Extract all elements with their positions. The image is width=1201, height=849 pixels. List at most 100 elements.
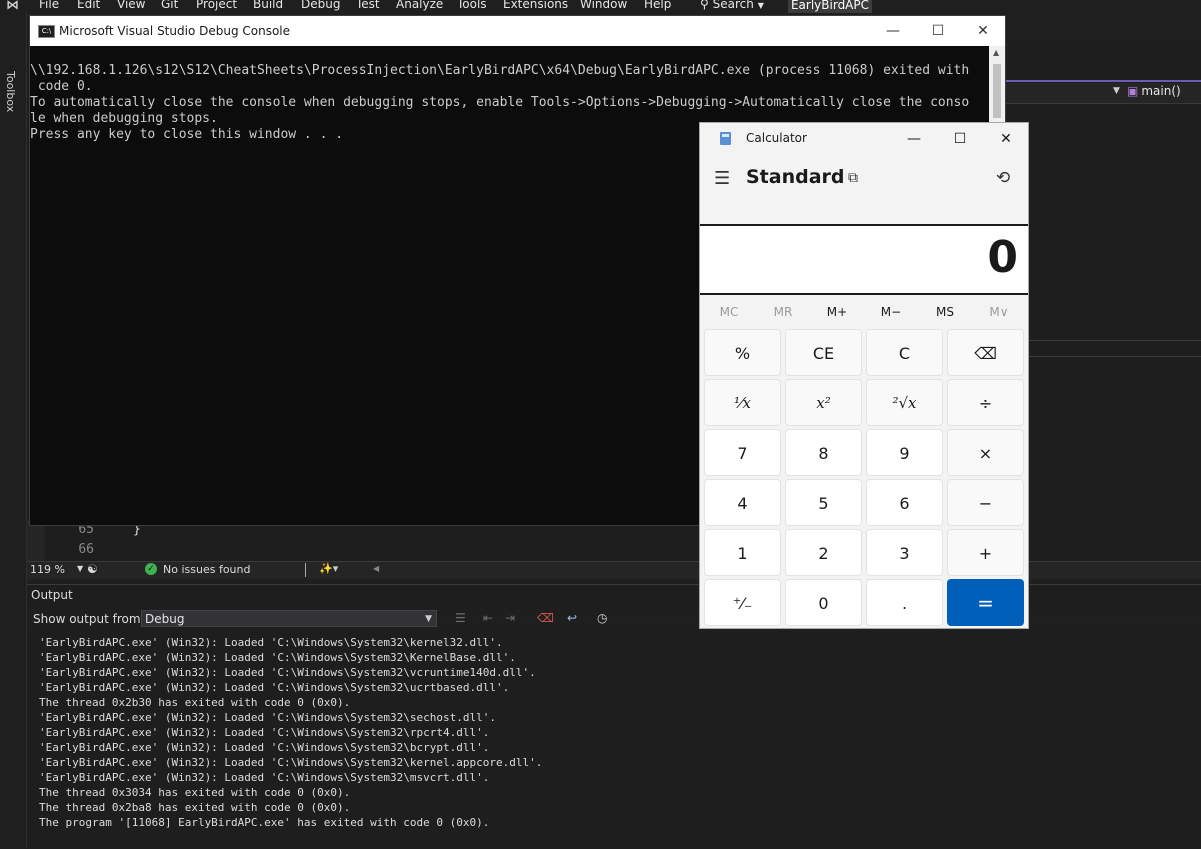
calculator-window[interactable]: Calculator — ☐ ✕ ☰ Standard ⧉ ⟲ 0 MC MR … — [699, 122, 1029, 629]
line-number: 66 — [78, 542, 94, 557]
navigation-bar: ▼ ▣ main() — [1005, 83, 1201, 104]
menu-help[interactable]: Help — [644, 0, 671, 11]
visual-studio-logo-icon[interactable]: ⋈ — [6, 0, 28, 13]
digit-2-button[interactable]: 2 — [785, 529, 862, 576]
calculator-titlebar[interactable]: Calculator — ☐ ✕ — [700, 123, 1028, 155]
digit-7-button[interactable]: 7 — [704, 429, 781, 476]
menu-test[interactable]: Test — [356, 0, 380, 11]
digit-1-button[interactable]: 1 — [704, 529, 781, 576]
console-window-title: Microsoft Visual Studio Debug Console — [59, 24, 291, 38]
digit-0-button[interactable]: 0 — [785, 579, 862, 626]
output-line: The program '[11068] EarlyBirdAPC.exe' h… — [39, 816, 490, 829]
memory-subtract-button[interactable]: M− — [864, 301, 918, 323]
copilot-icon[interactable]: ☯ — [87, 562, 98, 576]
close-button[interactable]: ✕ — [988, 128, 1024, 150]
chevron-down-icon[interactable]: ▼ — [1113, 86, 1120, 96]
percent-button[interactable]: % — [704, 329, 781, 376]
scroll-left-icon[interactable]: ◀ — [373, 564, 379, 573]
backspace-button[interactable]: ⌫ — [947, 329, 1024, 376]
menu-view[interactable]: View — [117, 0, 145, 11]
previous-message-icon[interactable]: ⇤ — [483, 611, 493, 625]
digit-4-button[interactable]: 4 — [704, 479, 781, 526]
menu-analyze[interactable]: Analyze — [396, 0, 443, 11]
search-icon: ⚲ — [700, 0, 709, 11]
menu-build[interactable]: Build — [253, 0, 283, 11]
memory-recall-button[interactable]: MR — [756, 301, 810, 323]
console-titlebar[interactable]: C:\ Microsoft Visual Studio Debug Consol… — [30, 16, 1005, 46]
history-icon[interactable]: ⟲ — [996, 168, 1010, 188]
subtract-button[interactable]: − — [947, 479, 1024, 526]
add-button[interactable]: + — [947, 529, 1024, 576]
clear-button[interactable]: C — [866, 329, 943, 376]
show-output-label: Show output from: — [33, 612, 145, 626]
calculator-app-icon — [720, 132, 731, 145]
square-button[interactable]: x² — [785, 379, 862, 426]
divider — [305, 563, 306, 577]
digit-9-button[interactable]: 9 — [866, 429, 943, 476]
calculator-display: 0 — [700, 224, 1028, 295]
output-text[interactable]: 'EarlyBirdAPC.exe' (Win32): Loaded 'C:\W… — [39, 635, 1189, 830]
console-line: code 0. — [30, 79, 93, 94]
digit-8-button[interactable]: 8 — [785, 429, 862, 476]
clear-entry-button[interactable]: CE — [785, 329, 862, 376]
solution-name-badge[interactable]: EarlyBirdAPC — [788, 0, 872, 13]
timestamp-icon[interactable]: ◷ — [597, 611, 607, 625]
menu-extensions[interactable]: Extensions — [503, 0, 568, 11]
toolbox-strip: Toolbox — [0, 13, 27, 848]
square-root-button[interactable]: ²√x — [866, 379, 943, 426]
decimal-button[interactable]: . — [866, 579, 943, 626]
console-line: \\192.168.1.126\s12\S12\CheatSheets\Proc… — [30, 63, 970, 78]
menu-debug[interactable]: Debug — [301, 0, 340, 11]
menu-file[interactable]: File — [39, 0, 59, 11]
chevron-down-icon[interactable]: ▼ — [77, 564, 83, 573]
menu-project[interactable]: Project — [196, 0, 237, 11]
divider — [1028, 340, 1201, 341]
menu-edit[interactable]: Edit — [77, 0, 100, 11]
close-button[interactable]: ✕ — [968, 20, 998, 42]
keep-on-top-icon[interactable]: ⧉ — [848, 170, 858, 186]
memory-clear-button[interactable]: MC — [702, 301, 756, 323]
method-cube-icon: ▣ — [1127, 84, 1139, 98]
minimize-button[interactable]: — — [896, 128, 932, 150]
check-circle-icon: ✓ — [145, 563, 157, 575]
digit-6-button[interactable]: 6 — [866, 479, 943, 526]
search-box[interactable]: ⚲ Search ▼ — [700, 0, 764, 11]
next-message-icon[interactable]: ⇥ — [505, 611, 515, 625]
member-dropdown[interactable]: ▣ main() — [1127, 84, 1181, 98]
output-source-select[interactable]: Debug ▼ — [141, 610, 437, 627]
output-line: 'EarlyBirdAPC.exe' (Win32): Loaded 'C:\W… — [39, 636, 503, 649]
code-cleanup-icon[interactable]: ✨▾ — [319, 562, 338, 575]
digit-5-button[interactable]: 5 — [785, 479, 862, 526]
word-wrap-icon[interactable]: ↩ — [567, 611, 577, 625]
console-line: To automatically close the console when … — [30, 95, 970, 110]
memory-store-button[interactable]: MS — [918, 301, 972, 323]
output-line: 'EarlyBirdAPC.exe' (Win32): Loaded 'C:\W… — [39, 651, 516, 664]
menu-tools[interactable]: Tools — [457, 0, 487, 11]
issues-status[interactable]: No issues found — [163, 563, 250, 576]
scrollbar-thumb[interactable] — [993, 64, 1001, 118]
editor-gutter — [27, 520, 45, 562]
zoom-level[interactable]: 119 % — [30, 563, 65, 576]
multiply-button[interactable]: × — [947, 429, 1024, 476]
scroll-up-icon[interactable]: ▲ — [993, 48, 999, 57]
hamburger-menu-icon[interactable]: ☰ — [714, 168, 730, 189]
reciprocal-button[interactable]: ¹⁄x — [704, 379, 781, 426]
member-name: main() — [1141, 84, 1181, 98]
menu-window[interactable]: Window — [580, 0, 627, 11]
output-line: The thread 0x2b30 has exited with code 0… — [39, 696, 351, 709]
negate-button[interactable]: ⁺⁄₋ — [704, 579, 781, 626]
clear-all-icon[interactable]: ⌫ — [537, 611, 554, 625]
maximize-button[interactable]: ☐ — [942, 128, 978, 150]
editor-tab-accent — [1005, 80, 1201, 82]
divide-button[interactable]: ÷ — [947, 379, 1024, 426]
memory-add-button[interactable]: M+ — [810, 301, 864, 323]
equals-button[interactable]: = — [947, 579, 1024, 626]
menu-git[interactable]: Git — [161, 0, 178, 11]
toolbox-tab[interactable]: Toolbox — [4, 71, 17, 112]
memory-list-button[interactable]: M∨ — [972, 301, 1026, 323]
digit-3-button[interactable]: 3 — [866, 529, 943, 576]
display-value: 0 — [987, 232, 1018, 283]
find-message-icon[interactable]: ☰ — [455, 611, 466, 625]
maximize-button[interactable]: ☐ — [923, 20, 953, 42]
minimize-button[interactable]: — — [878, 20, 908, 42]
